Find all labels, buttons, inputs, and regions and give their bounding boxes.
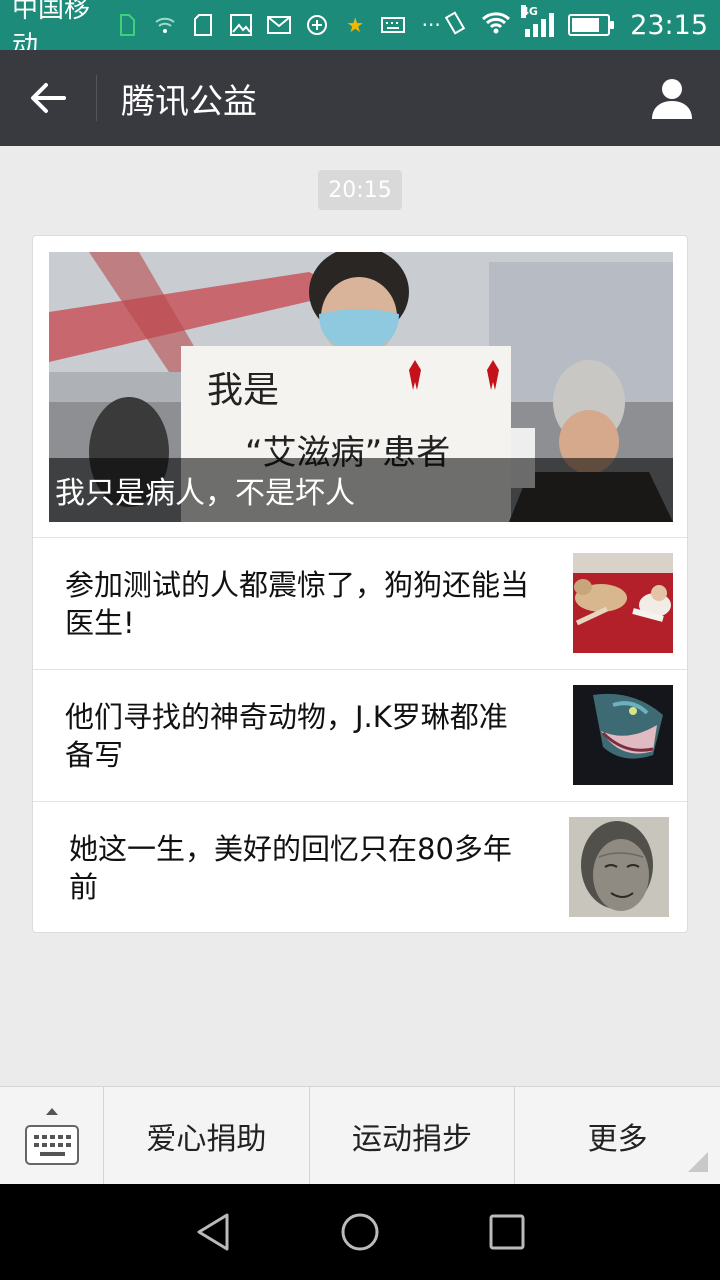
menu-donate[interactable]: 爱心捐助 xyxy=(104,1087,310,1184)
message-timestamp: 20:15 xyxy=(318,170,402,210)
wifi-weak-icon xyxy=(153,13,177,37)
battery-charging-icon xyxy=(568,14,615,36)
sign-text-line1: 我是 xyxy=(207,370,279,411)
article-row[interactable]: 她这一生，美好的回忆只在80多年前 xyxy=(33,801,687,932)
article-row[interactable]: 参加测试的人都震惊了，狗狗还能当医生! xyxy=(33,537,687,669)
article-thumbnail xyxy=(573,685,673,785)
article-row[interactable]: 他们寻找的神奇动物，J.K罗琳都准备写 xyxy=(33,669,687,801)
square-recents-icon xyxy=(489,1214,525,1250)
profile-button[interactable] xyxy=(624,50,720,146)
network-type-label: 4G xyxy=(521,5,538,18)
image-icon xyxy=(229,13,253,37)
menu-more[interactable]: 更多 xyxy=(515,1087,720,1184)
menu-label: 爱心捐助 xyxy=(146,1121,267,1157)
app-icon xyxy=(305,13,329,37)
nav-recents-button[interactable] xyxy=(477,1202,537,1262)
dog-and-child-image xyxy=(573,553,673,653)
triangle-back-icon xyxy=(197,1213,229,1251)
title-divider xyxy=(96,75,97,121)
submenu-indicator-icon xyxy=(688,1152,709,1172)
page-title: 腾讯公益 xyxy=(121,81,257,122)
sim-icon xyxy=(115,13,139,37)
menu-label: 运动捐步 xyxy=(352,1121,472,1157)
wifi-icon xyxy=(481,12,511,38)
sd-card-icon xyxy=(191,13,215,37)
status-bar: 中国移动 ★ ··· 4G 23:15 xyxy=(0,0,720,61)
article-title: 参加测试的人都震惊了，狗狗还能当医生! xyxy=(65,568,530,640)
keyboard-icon xyxy=(24,1108,79,1165)
creature-image xyxy=(573,685,673,785)
article-title: 他们寻找的神奇动物，J.K罗琳都准备写 xyxy=(65,700,508,772)
article-thumbnail xyxy=(573,553,673,653)
system-nav-bar xyxy=(0,1184,720,1280)
title-bar: 腾讯公益 xyxy=(0,50,720,146)
status-right: 4G 23:15 xyxy=(443,5,708,41)
service-menu-bar: 爱心捐助 运动捐步 更多 xyxy=(0,1086,720,1185)
back-button[interactable] xyxy=(0,50,96,146)
featured-article[interactable]: 我是 “艾滋病”患者 我只是病人，不是坏人 xyxy=(49,252,673,522)
mail-icon xyxy=(267,13,292,37)
more-icon: ··· xyxy=(421,13,441,37)
elderly-woman-image xyxy=(569,817,669,917)
circle-home-icon xyxy=(341,1213,379,1251)
featured-caption: 我只是病人，不是坏人 xyxy=(49,458,673,522)
article-card: 我是 “艾滋病”患者 我只是病人，不是坏人 参加测试的人都震惊了，狗狗还能当医生… xyxy=(32,235,688,933)
clock: 23:15 xyxy=(630,9,708,41)
menu-label: 更多 xyxy=(587,1121,648,1157)
nav-home-button[interactable] xyxy=(330,1202,390,1262)
keyboard-icon xyxy=(381,13,406,37)
person-icon xyxy=(652,79,692,119)
nav-back-button[interactable] xyxy=(183,1202,243,1262)
keyboard-toggle-button[interactable] xyxy=(0,1087,104,1185)
menu-step-donate[interactable]: 运动捐步 xyxy=(310,1087,516,1184)
article-thumbnail xyxy=(569,817,669,917)
signal-icon: 4G xyxy=(521,5,555,37)
star-icon: ★ xyxy=(346,13,365,37)
notification-icons: ★ ··· xyxy=(115,13,443,37)
article-title: 她这一生，美好的回忆只在80多年前 xyxy=(69,832,512,904)
vibrate-icon xyxy=(443,11,467,39)
arrow-left-icon xyxy=(31,83,66,113)
